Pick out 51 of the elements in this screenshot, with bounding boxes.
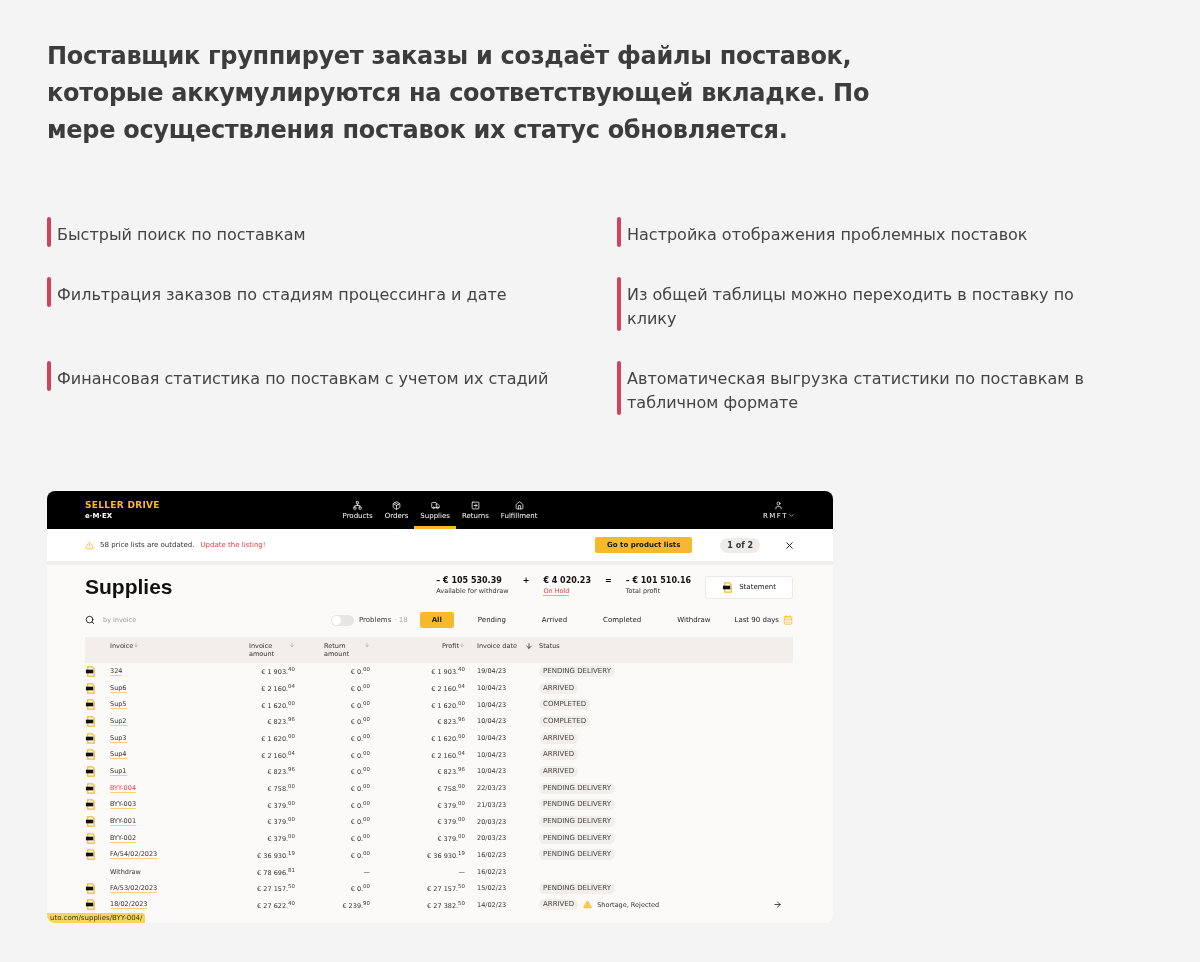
spreadsheet-icon[interactable] (85, 699, 96, 711)
spreadsheet-icon[interactable] (85, 665, 96, 677)
spreadsheet-icon[interactable] (85, 816, 96, 828)
boxes-icon (353, 500, 363, 510)
spreadsheet-icon[interactable] (85, 799, 96, 811)
accent-bar (47, 277, 51, 307)
package-icon (392, 500, 402, 510)
accent-bar (47, 217, 51, 247)
brand-name: SELLER DRIVE (85, 500, 161, 510)
feature-text: Фильтрация заказов по стадиям процессинга и дате (57, 284, 507, 306)
spreadsheet-icon[interactable] (85, 832, 96, 844)
search-icon (85, 615, 95, 625)
spreadsheet-icon[interactable] (85, 882, 96, 894)
spreadsheet-icon[interactable] (85, 732, 96, 744)
chevron-down-icon (788, 512, 795, 519)
spreadsheet-icon[interactable] (85, 899, 96, 911)
operator: = (604, 575, 612, 585)
user-icon (774, 500, 784, 510)
calendar-icon (783, 615, 793, 625)
warning-icon (85, 540, 94, 550)
feature-text: Финансовая статистика по поставкам с учетом их стадий (57, 368, 549, 390)
warning-icon (583, 900, 593, 910)
problems-toggle[interactable] (331, 614, 354, 626)
feature-text: Из общей таблицы можно переходить в поставку по клику (627, 284, 1075, 330)
accent-bar (617, 217, 621, 247)
spreadsheet-icon[interactable] (85, 715, 96, 727)
truck-icon (430, 500, 440, 510)
stat-value: – € 101 510.16 (625, 575, 692, 585)
feature-text: Автоматическая выгрузка статистики по поставкам в табличном формате (627, 368, 1085, 414)
page-heading: Поставщик группирует заказы и создаёт файлы поставок, которые аккумулируются на соответствующей вкладке. По мере осуществления поставок их статус обновляется. (47, 41, 871, 146)
return-icon (470, 500, 480, 510)
house-icon (514, 500, 524, 510)
feature-text: Быстрый поиск по поставкам (57, 224, 306, 246)
page-counter: 1 of 2 (720, 537, 760, 553)
operator: + (522, 575, 530, 585)
page-title: Supplies (85, 575, 173, 599)
arrow-right-icon[interactable] (773, 900, 782, 910)
spreadsheet-icon[interactable] (85, 682, 96, 694)
accent-bar (617, 361, 621, 415)
accent-bar (617, 277, 621, 331)
spreadsheet-icon[interactable] (85, 749, 96, 761)
spreadsheet-icon[interactable] (85, 782, 96, 794)
accent-bar (47, 361, 51, 391)
stat-value: – € 105 530.39 (436, 575, 503, 585)
stat-value: € 4 020.23 (543, 575, 591, 585)
spreadsheet-icon[interactable] (85, 849, 96, 861)
spreadsheet-icon (722, 581, 734, 593)
spreadsheet-icon[interactable] (85, 765, 96, 777)
feature-text: Настройка отображения проблемных поставок (627, 224, 1028, 246)
sort-arrow-icon[interactable] (525, 642, 533, 650)
close-icon[interactable] (784, 539, 795, 551)
